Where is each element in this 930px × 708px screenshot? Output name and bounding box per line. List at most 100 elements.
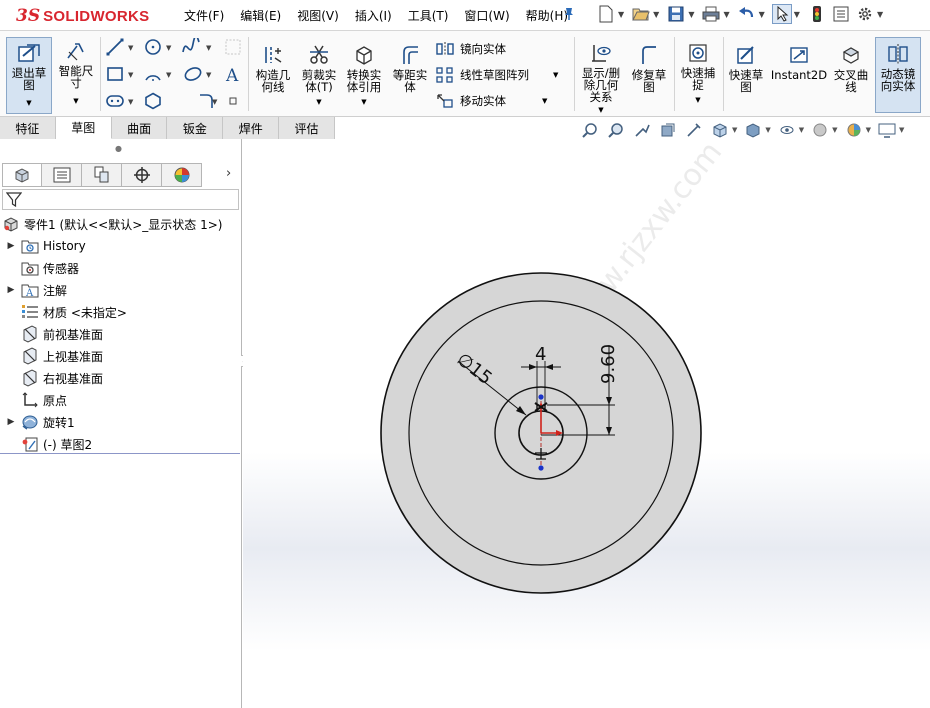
- width-label[interactable]: 4: [535, 344, 546, 365]
- repair-sketch-button[interactable]: 修复草图: [628, 43, 670, 93]
- spline-icon[interactable]: [180, 37, 202, 57]
- options-gear-icon[interactable]: [855, 4, 875, 24]
- view-orientation-icon[interactable]: [710, 121, 730, 139]
- expand-arrow-icon[interactable]: ▶: [6, 241, 16, 251]
- chevron-down-icon[interactable]: ▼: [799, 126, 804, 134]
- chevron-down-icon[interactable]: ▼: [166, 44, 171, 52]
- chevron-down-icon[interactable]: ▼: [128, 71, 133, 79]
- tree-item-top-plane[interactable]: 上视基准面: [0, 345, 240, 367]
- tree-item-annotations[interactable]: ▶ A 注解: [0, 279, 240, 301]
- tree-item-right-plane[interactable]: 右视基准面: [0, 367, 240, 389]
- intersection-curve-button[interactable]: 交叉曲线: [830, 43, 872, 93]
- chevron-down-icon[interactable]: ▼: [166, 71, 171, 79]
- open-folder-icon[interactable]: [631, 4, 651, 24]
- dynamic-mirror-button[interactable]: 动态镜向实体: [875, 37, 921, 113]
- panel-grip-icon[interactable]: ●: [115, 144, 123, 153]
- cad-viewport[interactable]: 软件目学网 www.rjzxw.com ∅15 4: [243, 139, 930, 708]
- chevron-down-icon[interactable]: ▼: [723, 10, 729, 19]
- height-label[interactable]: 9.60: [598, 344, 619, 384]
- hide-show-items-icon[interactable]: [777, 121, 797, 139]
- menu-edit[interactable]: 编辑(E): [232, 7, 289, 24]
- tab-features[interactable]: 特征: [0, 117, 56, 139]
- tab-surfaces[interactable]: 曲面: [111, 117, 168, 139]
- instant2d-button[interactable]: Instant2D: [771, 43, 827, 81]
- chevron-down-icon[interactable]: ▼: [832, 126, 837, 134]
- move-entities-button[interactable]: 移动实体 ▼: [436, 92, 547, 110]
- trim-entities-button[interactable]: 剪裁实体(T) ▼: [298, 43, 340, 108]
- view-settings-icon[interactable]: [877, 121, 897, 139]
- select-cursor-icon[interactable]: [771, 4, 792, 24]
- construction-geometry-button[interactable]: 构造几何线: [252, 43, 294, 93]
- tree-item-revolve1[interactable]: ▶ 旋转1: [0, 411, 240, 433]
- feature-manager-tab-icon[interactable]: [2, 163, 42, 187]
- tree-root-part[interactable]: 零件1 (默认<<默认>_显示状态 1>): [0, 213, 240, 235]
- new-document-icon[interactable]: [596, 4, 616, 24]
- line-icon[interactable]: [104, 37, 126, 57]
- chevron-down-icon[interactable]: ▼: [128, 44, 133, 52]
- exit-sketch-button[interactable]: 退出草图 ▼: [6, 37, 52, 114]
- tree-item-material[interactable]: 材质 <未指定>: [0, 301, 240, 323]
- point-icon[interactable]: [222, 91, 244, 111]
- zoom-to-fit-icon[interactable]: [580, 121, 600, 139]
- menu-window[interactable]: 窗口(W): [456, 7, 517, 24]
- configuration-manager-tab-icon[interactable]: [82, 163, 122, 187]
- panel-next-arrow-icon[interactable]: ›: [226, 166, 231, 181]
- offset-entities-button[interactable]: 等距实体: [389, 43, 431, 93]
- chevron-down-icon[interactable]: ▼: [866, 126, 871, 134]
- circle-icon[interactable]: [142, 37, 164, 57]
- feature-tree-filter[interactable]: [2, 189, 239, 210]
- chevron-down-icon[interactable]: ▼: [206, 44, 211, 52]
- sketch-point[interactable]: [538, 465, 544, 471]
- zoom-to-area-icon[interactable]: [606, 121, 626, 139]
- tree-item-history[interactable]: ▶ History: [0, 235, 240, 257]
- ellipse-icon[interactable]: [182, 64, 204, 84]
- linear-pattern-button[interactable]: 线性草图阵列 ▼: [436, 66, 558, 84]
- chevron-down-icon[interactable]: ▼: [553, 71, 558, 79]
- chevron-down-icon[interactable]: ▼: [618, 10, 624, 19]
- chevron-down-icon[interactable]: ▼: [212, 98, 217, 106]
- chevron-down-icon[interactable]: ▼: [688, 10, 694, 19]
- quick-snaps-button[interactable]: 快速捕捉 ▼: [677, 41, 719, 106]
- convert-entities-button[interactable]: 转换实体引用 ▼: [343, 43, 385, 108]
- expand-arrow-icon[interactable]: ▶: [6, 285, 16, 295]
- section-view-icon[interactable]: [658, 121, 678, 139]
- apply-scene-icon[interactable]: [844, 121, 864, 139]
- property-manager-tab-icon[interactable]: [42, 163, 82, 187]
- chevron-down-icon[interactable]: ▼: [732, 126, 737, 134]
- arc-icon[interactable]: [142, 64, 164, 84]
- tree-item-origin[interactable]: 原点: [0, 389, 240, 411]
- edit-appearance-icon[interactable]: [810, 121, 830, 139]
- menu-view[interactable]: 视图(V): [289, 7, 347, 24]
- menu-file[interactable]: 文件(F): [176, 7, 232, 24]
- slot-icon[interactable]: [104, 91, 126, 111]
- previous-view-icon[interactable]: [632, 121, 652, 139]
- expand-arrow-icon[interactable]: ▶: [6, 417, 16, 427]
- chevron-down-icon[interactable]: ▼: [794, 10, 800, 19]
- undo-icon[interactable]: [737, 4, 757, 24]
- pin-menu-icon[interactable]: [562, 7, 576, 25]
- save-icon[interactable]: [666, 4, 686, 24]
- text-icon[interactable]: A: [222, 64, 244, 84]
- menu-tools[interactable]: 工具(T): [400, 7, 457, 24]
- tree-item-front-plane[interactable]: 前视基准面: [0, 323, 240, 345]
- chevron-down-icon[interactable]: ▼: [899, 126, 904, 134]
- tab-evaluate[interactable]: 评估: [279, 117, 335, 139]
- chevron-down-icon[interactable]: ▼: [759, 10, 765, 19]
- chevron-down-icon[interactable]: ▼: [542, 97, 547, 105]
- tab-sketch[interactable]: 草图: [55, 117, 112, 139]
- sketch-point[interactable]: [538, 394, 544, 400]
- dimxpert-tab-icon[interactable]: [122, 163, 162, 187]
- tree-item-sketch2[interactable]: (-) 草图2: [0, 433, 240, 455]
- rapid-sketch-button[interactable]: 快速草图: [725, 43, 767, 93]
- solidworks-logo[interactable]: 3S SOLIDWORKS: [16, 4, 149, 28]
- chevron-down-icon[interactable]: ▼: [877, 10, 883, 19]
- chevron-down-icon[interactable]: ▼: [206, 71, 211, 79]
- graphics-area[interactable]: 软件目学网 www.rjzxw.com ∅15 4: [243, 139, 930, 708]
- display-delete-relations-button[interactable]: 显示/删除几何关系 ▼: [578, 41, 624, 116]
- mirror-entities-button[interactable]: 镜向实体: [436, 40, 506, 58]
- menu-insert[interactable]: 插入(I): [347, 7, 400, 24]
- rebuild-traffic-light-icon[interactable]: [807, 4, 827, 24]
- dynamic-annotation-icon[interactable]: [684, 121, 704, 139]
- display-manager-tab-icon[interactable]: [162, 163, 202, 187]
- tab-sheet-metal[interactable]: 钣金: [167, 117, 224, 139]
